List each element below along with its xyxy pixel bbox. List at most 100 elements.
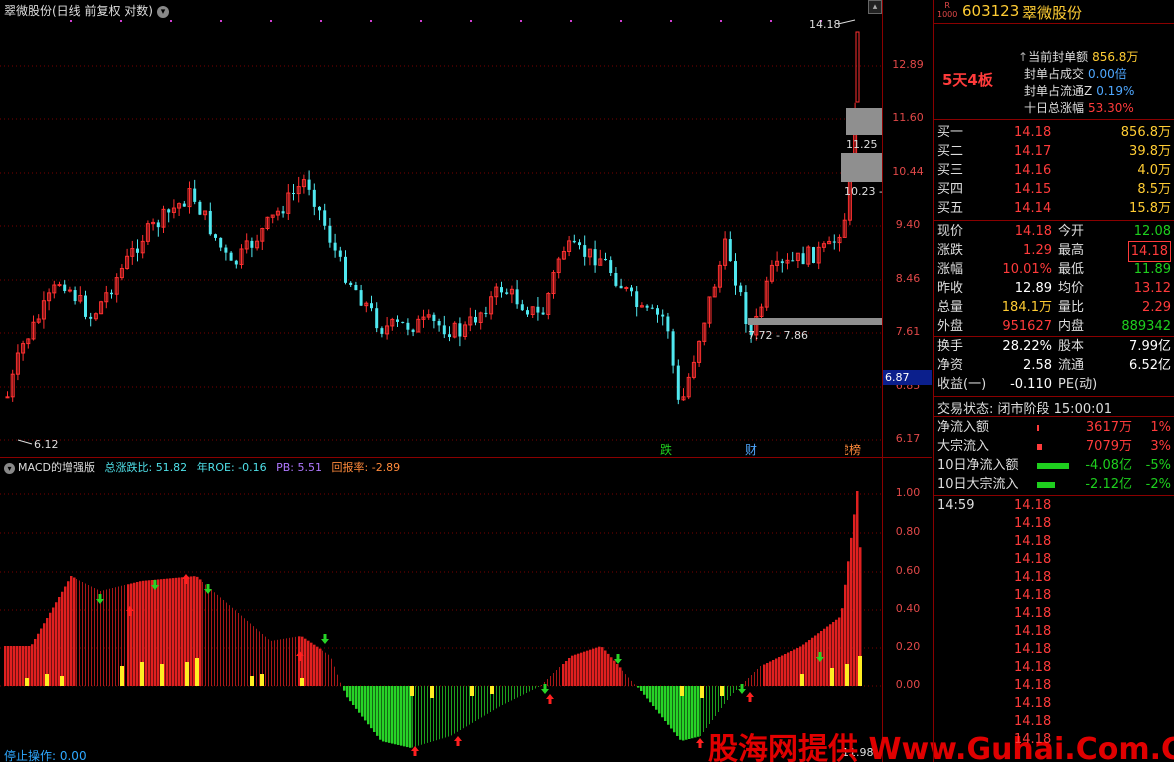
tick-row[interactable]: 14.18 bbox=[934, 569, 1174, 587]
macd-bar bbox=[427, 686, 428, 743]
tick-price: 14.18 bbox=[1014, 624, 1052, 639]
macd-bar bbox=[331, 658, 332, 686]
scroll-up-button[interactable]: ▴ bbox=[868, 0, 882, 14]
high-annotation: 14.18 bbox=[809, 18, 841, 31]
macd-bar bbox=[64, 586, 67, 686]
money-flow-percent: 3% bbox=[1150, 439, 1171, 454]
macd-bar bbox=[523, 686, 524, 695]
limit-up-streak: 5天4板 bbox=[942, 71, 993, 89]
arrow-up-icon: ↑ bbox=[1018, 50, 1029, 64]
candle-body bbox=[338, 250, 342, 257]
high-arrow-icon bbox=[837, 19, 856, 25]
marker-dot bbox=[570, 20, 572, 22]
tick-row[interactable]: 14.18 bbox=[934, 731, 1174, 749]
chevron-down-icon[interactable]: ▾ bbox=[4, 462, 15, 474]
seal-row: ↑当前封单额 856.8万 bbox=[1018, 48, 1138, 65]
macd-bar bbox=[223, 600, 224, 686]
candle-body bbox=[728, 239, 732, 262]
macd-bar bbox=[202, 582, 203, 686]
order-book-row[interactable]: 买二 14.17 39.8万 bbox=[934, 142, 1174, 161]
macd-bar bbox=[643, 686, 646, 695]
tick-row[interactable]: 14.18 bbox=[934, 641, 1174, 659]
marker-dot bbox=[270, 20, 272, 22]
order-book-row[interactable]: 买一 14.18 856.8万 bbox=[934, 123, 1174, 142]
chart-area[interactable]: 翠微股份(日线 前复权 对数) ▾ ▴ 14.18 6.12 11.25 10.23 -… bbox=[0, 0, 1174, 762]
tick-row[interactable]: 14.18 bbox=[934, 623, 1174, 641]
macd-bar bbox=[658, 686, 661, 714]
candle-body bbox=[411, 329, 415, 333]
macd-bar bbox=[649, 686, 652, 703]
macd-bar bbox=[316, 646, 319, 686]
r-badge: R 1000 bbox=[937, 1, 957, 19]
tick-price: 14.18 bbox=[1014, 732, 1052, 747]
order-book-row[interactable]: 买五 14.14 15.8万 bbox=[934, 199, 1174, 218]
tick-row[interactable]: 14.18 bbox=[934, 695, 1174, 713]
candle-body bbox=[193, 188, 197, 202]
indicator-title[interactable]: ▾ MACD的增强版 总涨跌比: 51.82 年ROE: -0.16 PB: 5.… bbox=[4, 459, 400, 475]
macd-bar bbox=[310, 642, 313, 686]
tick-row[interactable]: 14.18 bbox=[934, 713, 1174, 731]
macd-bar bbox=[754, 672, 755, 686]
money-flow-row: 10日净流入额 -4.08亿 -5% bbox=[934, 456, 1174, 475]
macd-bar bbox=[34, 639, 37, 686]
macd-bar bbox=[724, 686, 725, 704]
tick-row[interactable]: 14.18 bbox=[934, 677, 1174, 695]
macd-bar bbox=[655, 686, 658, 710]
indicator-name: MACD的增强版 bbox=[18, 461, 95, 474]
macd-bar bbox=[304, 638, 307, 686]
candle-body bbox=[380, 328, 384, 334]
tick-row[interactable]: 14.18 bbox=[934, 659, 1174, 677]
yellow-bar bbox=[45, 674, 49, 686]
candlestick-chart[interactable]: 14.18 6.12 11.25 10.23 - 7.72 - 7.86 bbox=[0, 18, 882, 457]
order-book-row[interactable]: 买三 14.16 4.0万 bbox=[934, 161, 1174, 180]
quote-label: 今开 bbox=[1058, 224, 1085, 239]
candle-body bbox=[63, 284, 67, 292]
macd-bar bbox=[484, 686, 485, 716]
macd-bar bbox=[751, 675, 752, 686]
low-annotation: 6.12 bbox=[34, 438, 59, 451]
stock-code: 603123 bbox=[962, 2, 1020, 20]
band-label: 10.23 - bbox=[844, 185, 882, 198]
money-flow-label: 净流入额 bbox=[937, 420, 990, 435]
stat-pb: PB: 5.51 bbox=[276, 461, 322, 474]
tick-row[interactable]: 14.18 bbox=[934, 605, 1174, 623]
money-flow-percent: -2% bbox=[1145, 477, 1171, 492]
quote-label: 总量 bbox=[937, 300, 964, 315]
event-tag-dragon-tiger[interactable]: 龙虎榜 bbox=[845, 441, 861, 458]
macd-histogram[interactable]: 11.98 bbox=[0, 474, 882, 762]
order-book-label: 买二 bbox=[937, 144, 964, 159]
tick-row[interactable]: 14.18 bbox=[934, 551, 1174, 569]
tick-row[interactable]: 14:59 14.18 bbox=[934, 497, 1174, 515]
macd-bar bbox=[487, 686, 488, 714]
macd-bar bbox=[685, 686, 688, 740]
macd-bar bbox=[694, 686, 697, 738]
macd-bar bbox=[601, 647, 604, 686]
stat-pb-label: PB: bbox=[276, 461, 298, 474]
money-flow-percent: -5% bbox=[1145, 458, 1171, 473]
macd-bar bbox=[169, 578, 172, 686]
macd-bar bbox=[550, 676, 551, 686]
tick-row[interactable]: 14.18 bbox=[934, 533, 1174, 551]
event-tag-finance[interactable]: 财 bbox=[745, 441, 757, 458]
event-tag-drop[interactable]: 跌 bbox=[660, 441, 672, 458]
chevron-down-icon[interactable]: ▾ bbox=[157, 5, 169, 18]
divider bbox=[934, 220, 1174, 221]
price-pane[interactable]: 翠微股份(日线 前复权 对数) ▾ ▴ 14.18 6.12 11.25 10.23 -… bbox=[0, 0, 932, 457]
order-book-row[interactable]: 买四 14.15 8.5万 bbox=[934, 180, 1174, 199]
price-pane-title[interactable]: 翠微股份(日线 前复权 对数) ▾ bbox=[4, 2, 169, 19]
seal-row-value: 0.00倍 bbox=[1088, 67, 1127, 81]
macd-bar bbox=[598, 646, 601, 686]
macd-bar bbox=[667, 686, 670, 725]
macd-bar bbox=[652, 686, 655, 706]
quote-value: 12.89 bbox=[1014, 281, 1052, 296]
macd-bar bbox=[763, 664, 766, 686]
indicator-pane[interactable]: ▾ MACD的增强版 总涨跌比: 51.82 年ROE: -0.16 PB: 5.… bbox=[0, 457, 932, 762]
macd-bar bbox=[352, 686, 355, 705]
macd-bar bbox=[205, 584, 206, 686]
tick-row[interactable]: 14.18 bbox=[934, 515, 1174, 533]
candle-body bbox=[791, 260, 795, 262]
macd-bar bbox=[796, 648, 799, 686]
tick-row[interactable]: 14.18 bbox=[934, 587, 1174, 605]
price-pane-title-text: 翠微股份(日线 前复权 对数) bbox=[4, 4, 153, 18]
stock-header[interactable]: R 1000 603123 翠微股份 bbox=[934, 0, 1174, 24]
